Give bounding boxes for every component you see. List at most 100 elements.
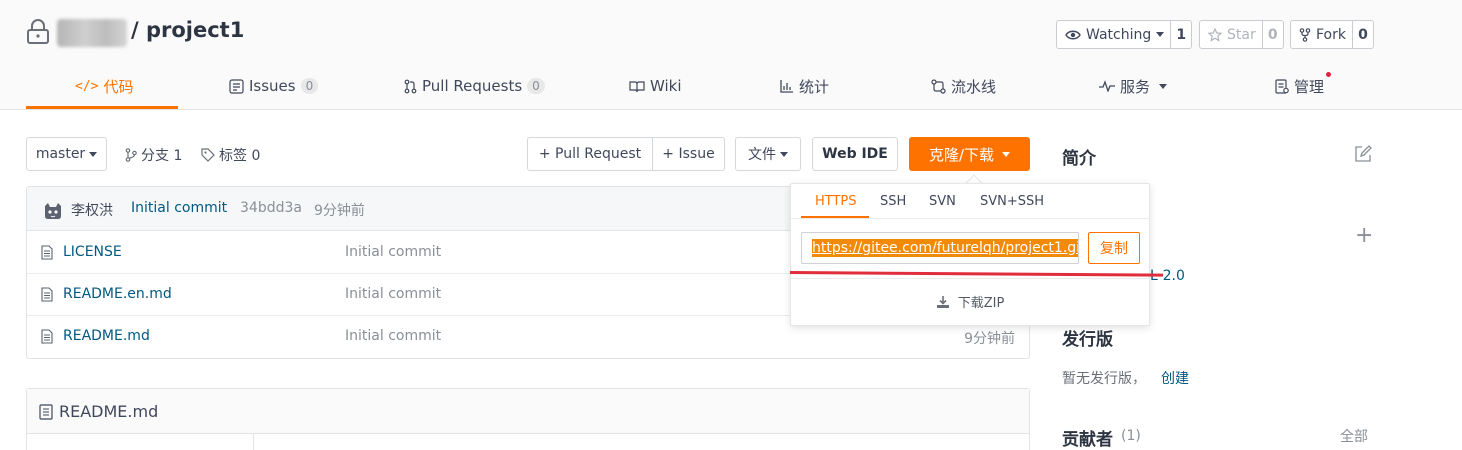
branch-select[interactable]: master xyxy=(26,137,107,171)
branch-icon xyxy=(125,148,137,162)
commit-author[interactable]: 李权洪 xyxy=(71,200,113,220)
tab-wiki[interactable]: Wiki xyxy=(629,64,682,108)
tab-code[interactable]: </> 代码 xyxy=(75,64,134,108)
active-tab-underline xyxy=(26,106,178,109)
fork-icon xyxy=(1299,27,1311,42)
download-zip-label: 下载ZIP xyxy=(957,296,1005,311)
clone-label: 克隆/下载 xyxy=(928,145,995,164)
copy-button[interactable]: 复制 xyxy=(1088,232,1140,264)
star-icon xyxy=(1208,27,1222,42)
file-name[interactable]: LICENSE xyxy=(63,244,122,260)
commit-hash[interactable]: 34bdd3a xyxy=(240,200,302,216)
file-time: 9分钟前 xyxy=(964,331,1015,347)
tab-label-wrap: 管理 xyxy=(1294,71,1332,97)
issues-count-badge: 0 xyxy=(300,78,319,94)
book-icon xyxy=(39,404,53,420)
new-issue-button[interactable]: + Issue xyxy=(652,137,725,171)
avatar[interactable] xyxy=(43,202,63,220)
pipeline-icon xyxy=(931,78,946,94)
star-count[interactable]: 0 xyxy=(1263,21,1283,48)
code-icon: </> xyxy=(75,78,99,94)
fork-count[interactable]: 0 xyxy=(1353,21,1373,48)
file-commit-message[interactable]: Initial commit xyxy=(345,286,441,302)
file-label: 文件 xyxy=(748,147,776,163)
file-icon xyxy=(41,329,53,344)
commit-message[interactable]: Initial commit xyxy=(131,200,227,216)
tab-svn[interactable]: SVN xyxy=(929,194,956,209)
new-pull-request-button[interactable]: + Pull Request xyxy=(527,137,653,171)
tab-services[interactable]: 服务 xyxy=(1099,64,1168,108)
repo-title[interactable]: / project1 xyxy=(131,18,244,42)
all-contributors-link[interactable]: 全部 xyxy=(1340,426,1368,446)
contributors-title: 贡献者 xyxy=(1062,430,1113,450)
chevron-down-icon xyxy=(780,151,788,157)
tag-count: 标签 0 xyxy=(219,148,261,164)
tab-label: Issues xyxy=(249,77,296,95)
watch-button[interactable]: Watching xyxy=(1057,21,1172,48)
contributors-count: (1) xyxy=(1121,428,1141,444)
clone-download-button[interactable]: 克隆/下载 xyxy=(909,137,1030,171)
tab-label: 服务 xyxy=(1120,77,1151,96)
star-button-group[interactable]: Star 0 xyxy=(1199,20,1284,49)
watch-count[interactable]: 1 xyxy=(1171,21,1191,48)
file-commit-message[interactable]: Initial commit xyxy=(345,244,441,260)
fork-button-group[interactable]: Fork 0 xyxy=(1290,20,1374,49)
file-menu-button[interactable]: 文件 xyxy=(735,137,801,171)
issues-icon xyxy=(229,78,244,94)
download-zip-button[interactable]: 下载ZIP xyxy=(791,292,1149,311)
web-ide-button[interactable]: Web IDE xyxy=(812,137,898,171)
eye-icon xyxy=(1065,30,1081,39)
owner-name-blurred[interactable] xyxy=(57,19,127,47)
chevron-down-icon xyxy=(1002,151,1011,157)
chevron-down-icon xyxy=(1156,32,1165,37)
divider xyxy=(791,218,1149,219)
create-release-link[interactable]: 创建 xyxy=(1161,368,1189,388)
tab-manage[interactable]: 管理 xyxy=(1275,64,1332,108)
tab-label: 流水线 xyxy=(951,77,997,96)
tab-pull-requests[interactable]: Pull Requests 0 xyxy=(404,64,545,108)
tab-stats[interactable]: 统计 xyxy=(780,64,829,108)
edit-icon[interactable] xyxy=(1354,145,1372,163)
tab-label: 代码 xyxy=(103,77,134,96)
tab-label: 管理 xyxy=(1294,77,1325,96)
readme-panel: README.md xyxy=(26,388,1030,450)
clone-url-input[interactable]: https://gitee.com/futurelqh/project1.git xyxy=(801,232,1079,264)
notification-dot xyxy=(1326,71,1332,77)
divider xyxy=(791,278,1149,279)
fork-button[interactable]: Fork xyxy=(1291,21,1353,48)
readme-divider xyxy=(253,434,254,450)
manage-icon xyxy=(1275,78,1289,94)
add-icon[interactable]: + xyxy=(1355,225,1373,247)
readme-header: README.md xyxy=(27,389,1029,434)
star-button[interactable]: Star xyxy=(1200,21,1263,48)
tab-label: Wiki xyxy=(650,77,682,95)
no-release-text: 暂无发行版， xyxy=(1062,371,1146,387)
file-icon xyxy=(41,245,53,260)
file-commit-message[interactable]: Initial commit xyxy=(345,328,441,344)
tab-https[interactable]: HTTPS xyxy=(815,194,857,209)
clone-dropdown: HTTPS SSH SVN SVN+SSH https://gitee.com/… xyxy=(790,183,1150,326)
pr-count-badge: 0 xyxy=(527,78,545,94)
file-name[interactable]: README.md xyxy=(63,328,150,344)
release-title: 发行版 xyxy=(1062,330,1113,350)
tab-pipeline[interactable]: 流水线 xyxy=(931,64,996,108)
tab-label: 统计 xyxy=(799,77,830,96)
tab-svn-ssh[interactable]: SVN+SSH xyxy=(980,194,1044,209)
tab-ssh[interactable]: SSH xyxy=(880,194,906,209)
commit-time: 9分钟前 xyxy=(314,203,365,219)
file-name[interactable]: README.en.md xyxy=(63,286,172,302)
file-icon xyxy=(41,287,53,302)
tab-label: Pull Requests xyxy=(422,77,523,95)
tab-issues[interactable]: Issues 0 xyxy=(229,64,319,108)
watch-button-group[interactable]: Watching 1 xyxy=(1056,20,1193,49)
clone-url-text: https://gitee.com/futurelqh/project1.git xyxy=(812,239,1078,257)
branch-label: master xyxy=(35,146,86,162)
wiki-icon xyxy=(629,80,645,92)
tag-count-link[interactable]: 标签 0 xyxy=(201,145,260,165)
repo-header: / project1 Watching 1 Star 0 Fork 0 </> … xyxy=(0,0,1462,110)
branch-count: 分支 1 xyxy=(141,148,183,164)
watch-label: Watching xyxy=(1086,26,1152,43)
chevron-down-icon xyxy=(1159,83,1168,89)
branch-count-link[interactable]: 分支 1 xyxy=(125,145,182,165)
download-icon xyxy=(936,295,949,308)
